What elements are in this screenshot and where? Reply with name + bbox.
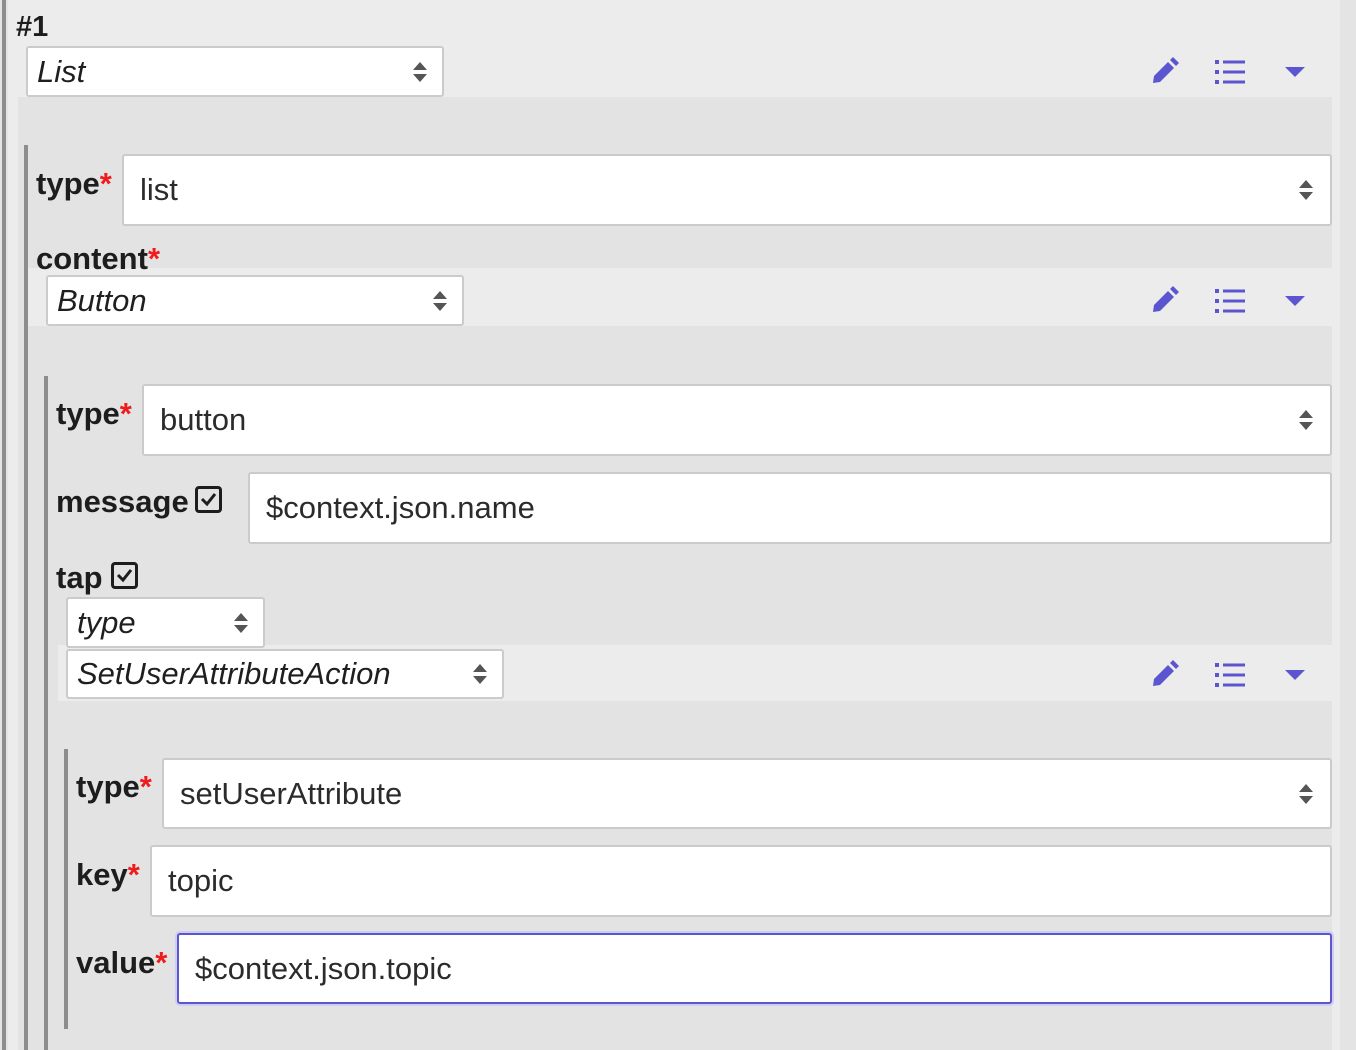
list-icon[interactable] [1212, 283, 1248, 319]
select-arrows-icon [433, 290, 447, 311]
pencil-icon[interactable] [1146, 657, 1182, 693]
content-kind-select-value: Button [57, 282, 147, 318]
nest-bar-level-3 [64, 749, 68, 1029]
type-select[interactable]: list [122, 154, 1332, 226]
item-index-label: #1 [16, 11, 49, 43]
message-label: message [56, 484, 189, 519]
root-kind-select[interactable]: List [26, 46, 444, 97]
list-icon[interactable] [1212, 54, 1248, 90]
button-type-select[interactable]: button [142, 384, 1332, 456]
type-select-value: list [140, 172, 178, 207]
content-kind-select[interactable]: Button [46, 275, 464, 326]
nest-bar-level-2 [44, 376, 48, 1050]
value-input[interactable]: $context.json.topic [177, 933, 1332, 1004]
key-input[interactable]: topic [150, 845, 1332, 917]
value-label: value* [76, 945, 168, 980]
caret-down-icon[interactable] [1277, 283, 1313, 319]
message-input-value: $context.json.name [266, 490, 535, 525]
select-arrows-icon [1299, 180, 1313, 200]
action-type-select[interactable]: setUserAttribute [162, 758, 1332, 829]
value-input-value: $context.json.topic [195, 950, 452, 986]
nest-bar-level-1 [24, 145, 28, 1050]
button-type-label: type* [56, 396, 132, 431]
message-checkbox[interactable] [195, 486, 222, 513]
action-type-select-value: setUserAttribute [180, 775, 403, 811]
tap-discriminator-select-value: type [77, 604, 136, 640]
button-type-select-value: button [160, 402, 247, 437]
tap-label: tap [56, 560, 103, 595]
key-input-value: topic [168, 863, 234, 898]
tap-checkbox[interactable] [111, 562, 138, 589]
type-label: type* [36, 166, 112, 201]
select-arrows-icon [1299, 783, 1313, 804]
select-arrows-icon [234, 612, 248, 633]
tap-kind-select-value: SetUserAttributeAction [77, 656, 391, 691]
tap-kind-select[interactable]: SetUserAttributeAction [66, 649, 504, 699]
caret-down-icon[interactable] [1277, 54, 1313, 90]
list-icon[interactable] [1212, 657, 1248, 693]
key-label: key* [76, 857, 140, 892]
select-arrows-icon [413, 61, 427, 82]
select-arrows-icon [473, 664, 487, 684]
nest-bar-level-0 [2, 0, 6, 1050]
tap-discriminator-select[interactable]: type [66, 597, 265, 648]
pencil-icon[interactable] [1146, 283, 1182, 319]
root-kind-select-value: List [37, 53, 86, 89]
content-label: content* [36, 241, 161, 276]
select-arrows-icon [1299, 410, 1313, 430]
action-type-label: type* [76, 769, 152, 804]
message-input[interactable]: $context.json.name [248, 472, 1332, 544]
caret-down-icon[interactable] [1277, 657, 1313, 693]
pencil-icon[interactable] [1146, 54, 1182, 90]
